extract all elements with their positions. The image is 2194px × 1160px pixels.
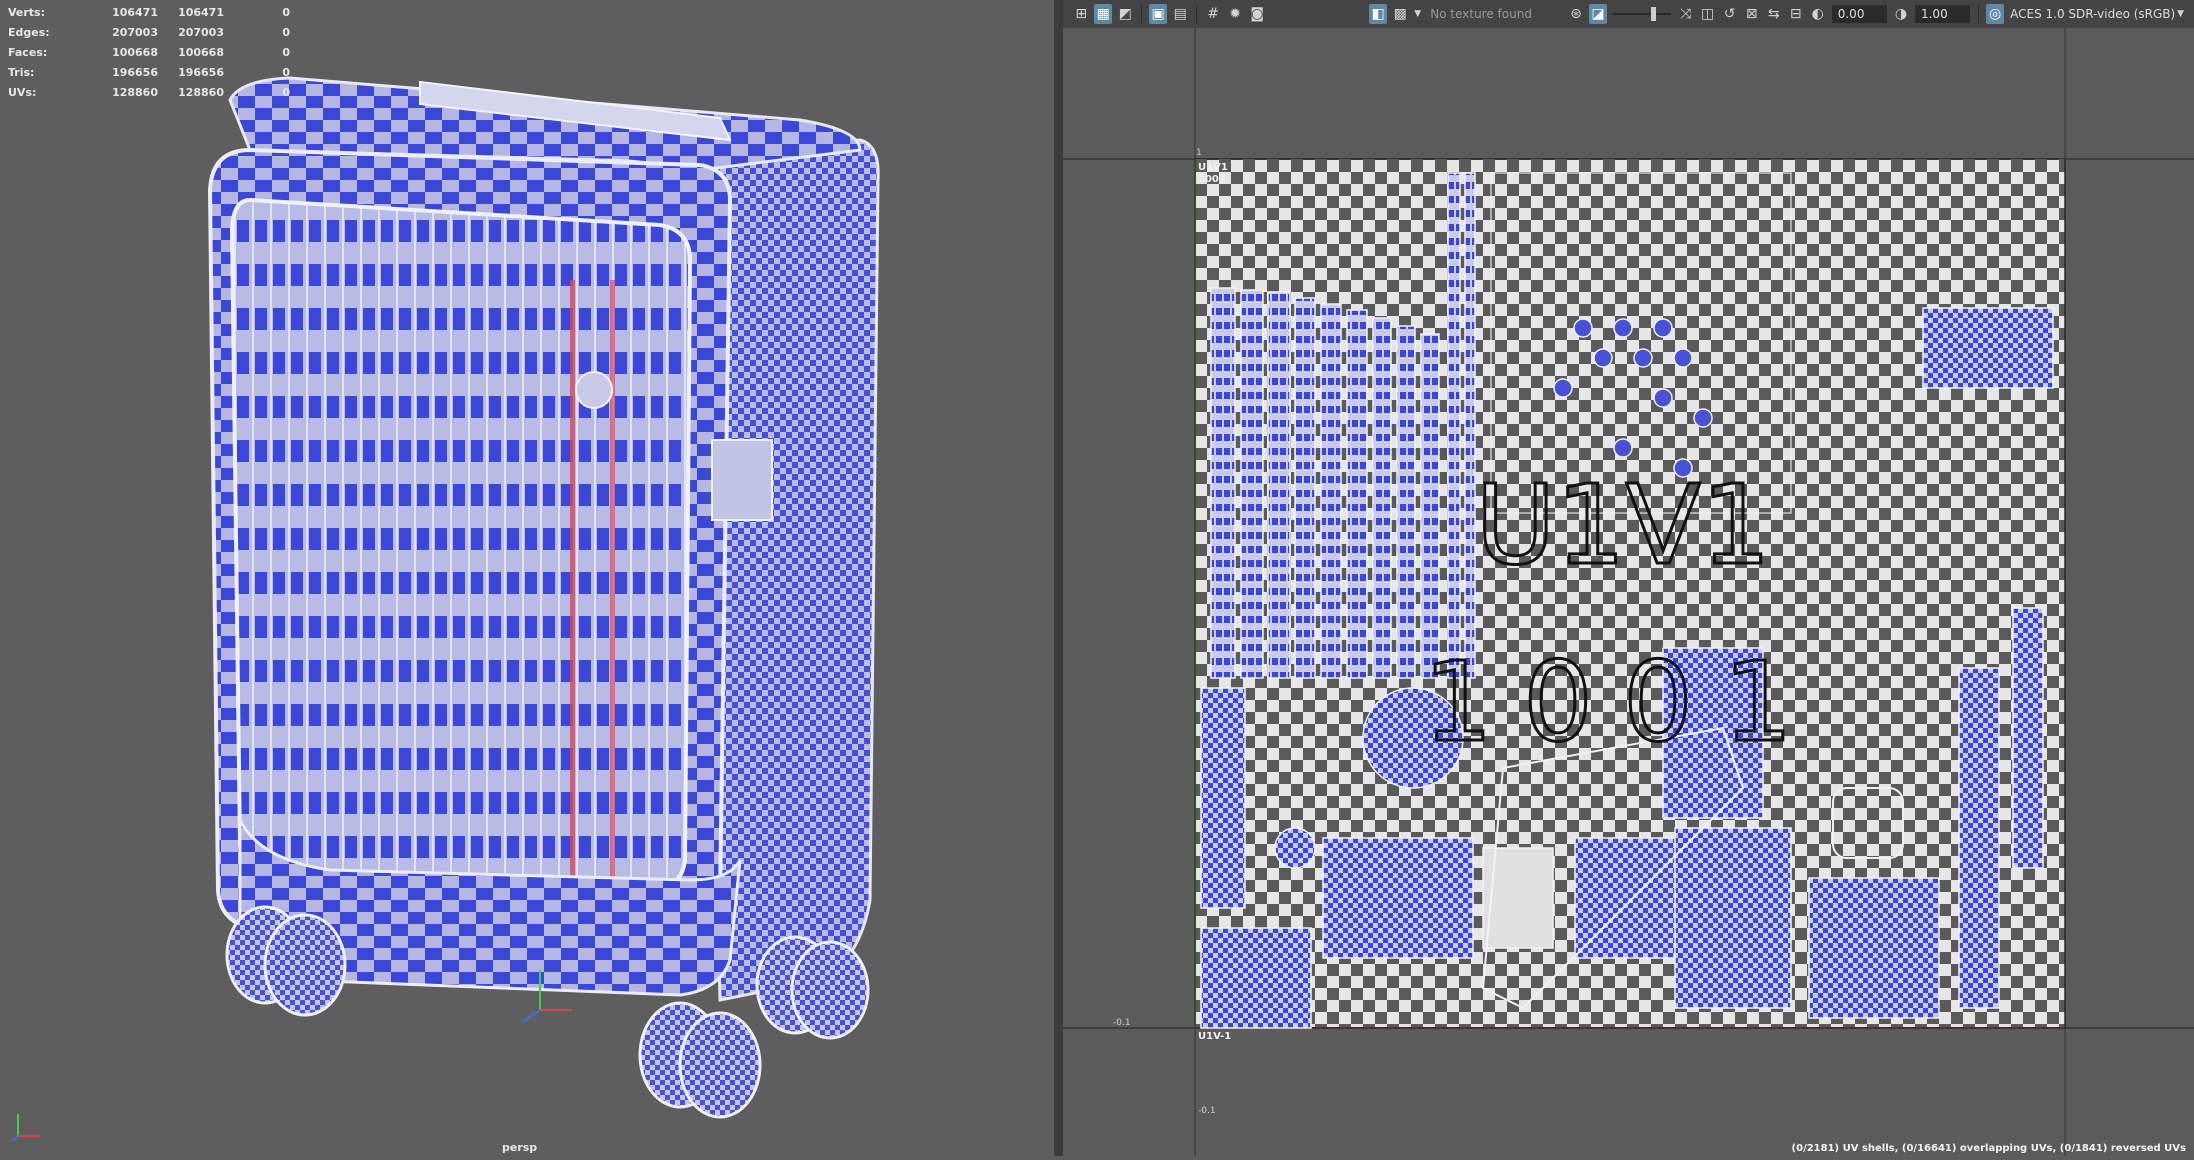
hud-value: 128860 <box>112 85 158 99</box>
camera-label: persp <box>502 1141 538 1154</box>
uv-axis-neg-x-label: -0.1 <box>1113 1018 1131 1028</box>
hud-label: UVs: <box>8 85 37 99</box>
flip-icon[interactable]: ⇆ <box>1765 4 1783 24</box>
uv-status-bar: (0/2181) UV shells, (0/16641) overlappin… <box>1791 1143 2186 1154</box>
texture-status-text: No texture found <box>1430 7 1532 21</box>
toolbar-separator <box>1978 5 1980 23</box>
hud-value: 196656 <box>112 65 158 79</box>
uv-tile-label-top: U1V1 <box>1198 162 1228 173</box>
shuffle-icon[interactable]: ⤨ <box>1677 4 1695 24</box>
colorspace-dropdown[interactable]: ACES 1.0 SDR-video (sRGB) <box>2010 7 2175 21</box>
select-lasso-icon[interactable]: ↺ <box>1721 4 1739 24</box>
uv-distortion-icon[interactable]: ◫ <box>1699 4 1717 24</box>
chevron-down-icon[interactable]: ▼ <box>2175 4 2186 24</box>
snapshot-icon[interactable]: ◙ <box>1248 4 1266 24</box>
uv-canvas[interactable]: U1V1 1001 U1V1 1001 U1V-1 1 -0.1 -0.1 <box>1063 28 2194 1156</box>
isolate-icon[interactable]: ✹ <box>1226 4 1244 24</box>
hud-row-edges: Edges: 207003 207003 0 <box>8 22 290 42</box>
toolbar-separator <box>1141 5 1143 23</box>
display-image-icon[interactable]: ▣ <box>1149 4 1168 24</box>
gamma-icon[interactable]: ◑ <box>1892 4 1910 24</box>
hud-row-uvs: UVs: 128860 128860 0 <box>8 82 290 102</box>
panel-divider[interactable] <box>1054 0 1063 1156</box>
hud-label: Verts: <box>8 5 46 19</box>
transform-icon[interactable]: ⊠ <box>1743 4 1761 24</box>
exposure-icon[interactable]: ◐ <box>1809 4 1827 24</box>
uv-toolbar: ⊞ ▦ ◩ ▣ ▤ # ✹ ◙ ◧ ▩ ▼ No texture found ⊛… <box>1063 0 2194 28</box>
uv-shaded-icon[interactable]: ▦ <box>1094 4 1113 24</box>
uv-axis-one-label: 1 <box>1196 148 1202 158</box>
hud-value: 196656 <box>178 65 224 79</box>
hud-value: 0 <box>282 25 290 39</box>
hud-value: 207003 <box>112 25 158 39</box>
image-display-icon[interactable]: ◧ <box>1369 4 1388 24</box>
hud-value: 0 <box>282 65 290 79</box>
hud-label: Faces: <box>8 45 48 59</box>
texture-layers-icon[interactable]: ◩ <box>1116 4 1134 24</box>
hud-value: 106471 <box>178 5 224 19</box>
suitcase-model[interactable] <box>0 0 1054 1156</box>
hud-row-tris: Tris: 196656 196656 0 <box>8 62 290 82</box>
gamma-field[interactable]: 1.00 <box>1914 5 1971 23</box>
perspective-viewport[interactable]: Verts: 106471 106471 0 Edges: 207003 207… <box>0 0 1054 1156</box>
uv-tile-label-bottom: U1V-1 <box>1198 1031 1232 1042</box>
hud-value: 207003 <box>178 25 224 39</box>
hud-value: 100668 <box>112 45 158 59</box>
exposure-field[interactable]: 0.00 <box>1831 5 1887 23</box>
uv-tile-big-number: 1001 <box>1423 638 1823 766</box>
dim-image-icon[interactable]: ▩ <box>1391 4 1409 24</box>
view-axis-icon <box>11 1114 40 1142</box>
filter-icon[interactable]: ⊛ <box>1567 4 1585 24</box>
hud-value: 0 <box>282 45 290 59</box>
uv-editor-panel[interactable]: ⊞ ▦ ◩ ▣ ▤ # ✹ ◙ ◧ ▩ ▼ No texture found ⊛… <box>1063 0 2194 1156</box>
poly-count-hud: Verts: 106471 106471 0 Edges: 207003 207… <box>8 2 290 102</box>
uv-axis-neg-y-label: -0.1 <box>1198 1106 1216 1116</box>
hud-row-faces: Faces: 100668 100668 0 <box>8 42 290 62</box>
uv-layout[interactable]: U1V1 1001 <box>1063 28 2194 1156</box>
hud-value: 0 <box>282 85 290 99</box>
uv-tile-big-label: U1V1 <box>1475 461 1771 589</box>
hud-value: 128860 <box>178 85 224 99</box>
brightness-slider[interactable] <box>1612 5 1671 23</box>
chevron-down-icon[interactable]: ▼ <box>1413 4 1422 24</box>
hud-value: 100668 <box>178 45 224 59</box>
hud-row-verts: Verts: 106471 106471 0 <box>8 2 290 22</box>
hud-value: 106471 <box>112 5 158 19</box>
grid-layout-icon[interactable]: ⊞ <box>1072 4 1090 24</box>
hud-label: Edges: <box>8 25 50 39</box>
color-management-icon[interactable]: ◎ <box>1986 4 2005 24</box>
uv-grid-icon[interactable]: # <box>1204 4 1222 24</box>
pixel-snap-icon[interactable]: ◪ <box>1588 4 1607 24</box>
rgb-channels-icon[interactable]: ⊟ <box>1787 4 1805 24</box>
toolbar-separator <box>1196 5 1198 23</box>
hud-value: 0 <box>282 5 290 19</box>
uv-tile-label-number: 1001 <box>1198 174 1226 185</box>
hud-label: Tris: <box>8 65 35 79</box>
checker-icon[interactable]: ▤ <box>1171 4 1189 24</box>
